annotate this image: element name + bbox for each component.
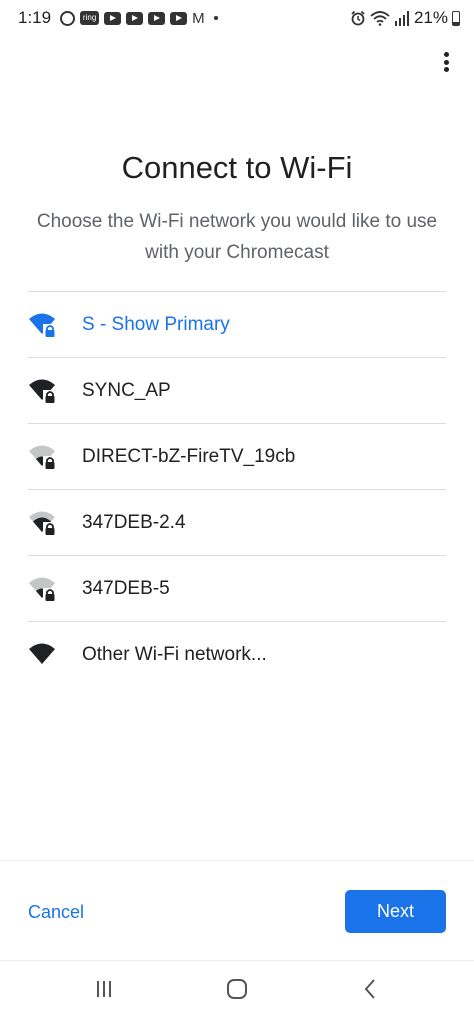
battery-icon (452, 10, 460, 26)
network-list: S - Show Primary SYNC_AP DIRECT-bZ-FireT… (28, 291, 446, 688)
overflow-menu-button[interactable] (436, 50, 456, 74)
home-button[interactable] (217, 973, 257, 1005)
more-notifications-dot-icon (213, 16, 218, 20)
status-left: 1:19 ring M (18, 8, 218, 28)
cellular-signal-icon (394, 10, 409, 26)
wifi-lock-icon (29, 445, 57, 470)
youtube-icon (148, 11, 166, 25)
page-subtitle: Choose the Wi-Fi network you would like … (36, 211, 438, 263)
cancel-button[interactable]: Cancel (20, 893, 92, 931)
network-item[interactable]: SYNC_AP (28, 358, 446, 424)
network-item[interactable]: DIRECT-bZ-FireTV_19cb (28, 424, 446, 490)
youtube-icon (104, 11, 122, 25)
other-network-item[interactable]: Other Wi-Fi network... (28, 622, 446, 688)
network-name: S - Show Primary (82, 313, 230, 335)
gmail-icon: M (192, 9, 205, 27)
network-name: 347DEB-2.4 (82, 511, 186, 533)
home-icon (227, 979, 247, 999)
wifi-lock-icon (29, 577, 57, 602)
alarm-icon (351, 10, 365, 26)
dot-icon (443, 59, 449, 65)
dot-icon (443, 67, 449, 72)
recents-button[interactable] (84, 973, 124, 1005)
wifi-lock-icon (29, 511, 57, 536)
system-nav-bar (0, 961, 474, 1016)
wifi-lock-icon (29, 313, 57, 338)
status-right: 21% (350, 8, 460, 28)
dot-icon (443, 52, 449, 57)
recents-icon (97, 981, 111, 997)
wifi-icon (370, 11, 390, 26)
network-item[interactable]: 347DEB-2.4 (28, 490, 446, 556)
status-bar: 1:19 ring M 21% (0, 0, 474, 36)
next-button[interactable]: Next (345, 890, 446, 933)
network-name: SYNC_AP (82, 379, 171, 401)
network-item[interactable]: S - Show Primary (28, 292, 446, 358)
ring-icon: ring (80, 11, 100, 25)
back-button[interactable] (350, 973, 390, 1005)
network-name: DIRECT-bZ-FireTV_19cb (82, 445, 296, 467)
wifi-icon (29, 643, 55, 664)
back-icon (364, 979, 375, 999)
page-title: Connect to Wi-Fi (121, 150, 353, 185)
youtube-icon (126, 11, 144, 25)
network-name: Other Wi-Fi network... (82, 644, 267, 665)
bottom-divider (0, 860, 474, 861)
messenger-icon (60, 10, 76, 26)
youtube-icon (170, 11, 188, 25)
wifi-lock-icon (29, 379, 57, 404)
network-item[interactable]: 347DEB-5 (28, 556, 446, 622)
network-name: 347DEB-5 (82, 577, 170, 599)
status-time: 1:19 (18, 8, 52, 27)
battery-percentage: 21% (413, 8, 448, 27)
